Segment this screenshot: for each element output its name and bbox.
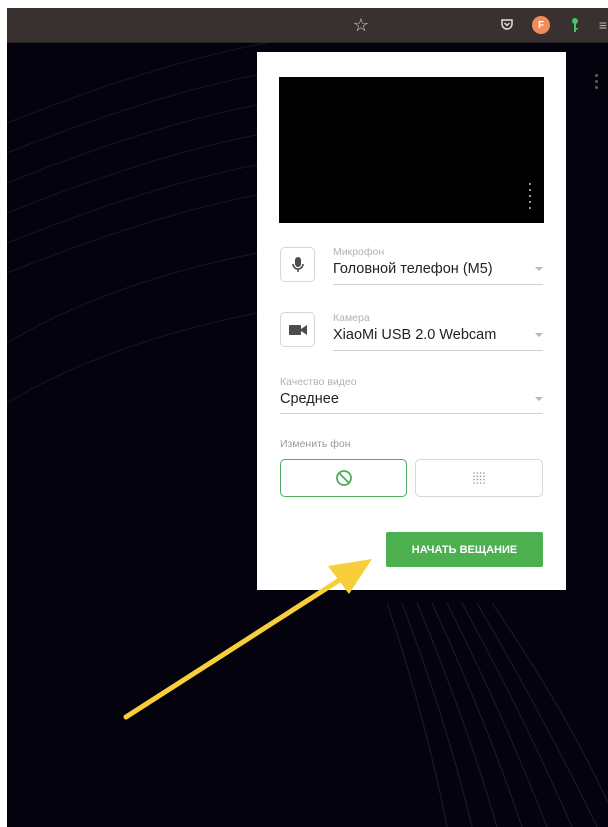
microphone-value: Головной телефон (M5) — [333, 261, 493, 277]
browser-toolbar: ☆ F ≡ — [7, 8, 608, 43]
no-background-icon — [335, 470, 352, 486]
background-none-button[interactable] — [280, 459, 407, 497]
camera-select[interactable]: Камера XiaoMi USB 2.0 Webcam — [333, 311, 543, 351]
quality-select[interactable]: Качество видео Среднее — [280, 376, 543, 414]
start-broadcast-button[interactable]: НАЧАТЬ ВЕЩАНИЕ — [386, 532, 543, 567]
background-blur-button[interactable] — [415, 459, 543, 497]
pocket-icon[interactable] — [497, 15, 517, 35]
password-key-icon[interactable] — [568, 15, 582, 35]
camera-value: XiaoMi USB 2.0 Webcam — [333, 327, 497, 343]
blur-icon — [473, 472, 485, 484]
broadcast-settings-panel: Микрофон Головной телефон (M5) Камера Xi… — [257, 52, 566, 590]
camera-label: Камера — [333, 312, 370, 324]
microphone-icon — [291, 256, 304, 272]
profile-avatar[interactable]: F — [532, 16, 550, 34]
microphone-label: Микрофон — [333, 246, 385, 258]
microphone-button[interactable] — [280, 247, 315, 282]
chevron-down-icon — [535, 397, 543, 401]
quality-value: Среднее — [280, 391, 339, 407]
camera-button[interactable] — [280, 312, 315, 347]
chevron-down-icon — [535, 267, 543, 271]
video-camera-icon — [288, 324, 307, 335]
chevron-down-icon — [535, 333, 543, 337]
quality-label: Качество видео — [280, 376, 357, 388]
background-label: Изменить фон — [280, 438, 351, 450]
microphone-select[interactable]: Микрофон Головной телефон (M5) — [333, 245, 543, 285]
camera-preview — [279, 77, 544, 223]
menu-icon[interactable]: ≡ — [598, 15, 608, 35]
more-options-icon[interactable] — [593, 74, 599, 94]
bookmark-star-icon[interactable]: ☆ — [351, 15, 371, 35]
preview-options-icon[interactable] — [528, 183, 532, 213]
